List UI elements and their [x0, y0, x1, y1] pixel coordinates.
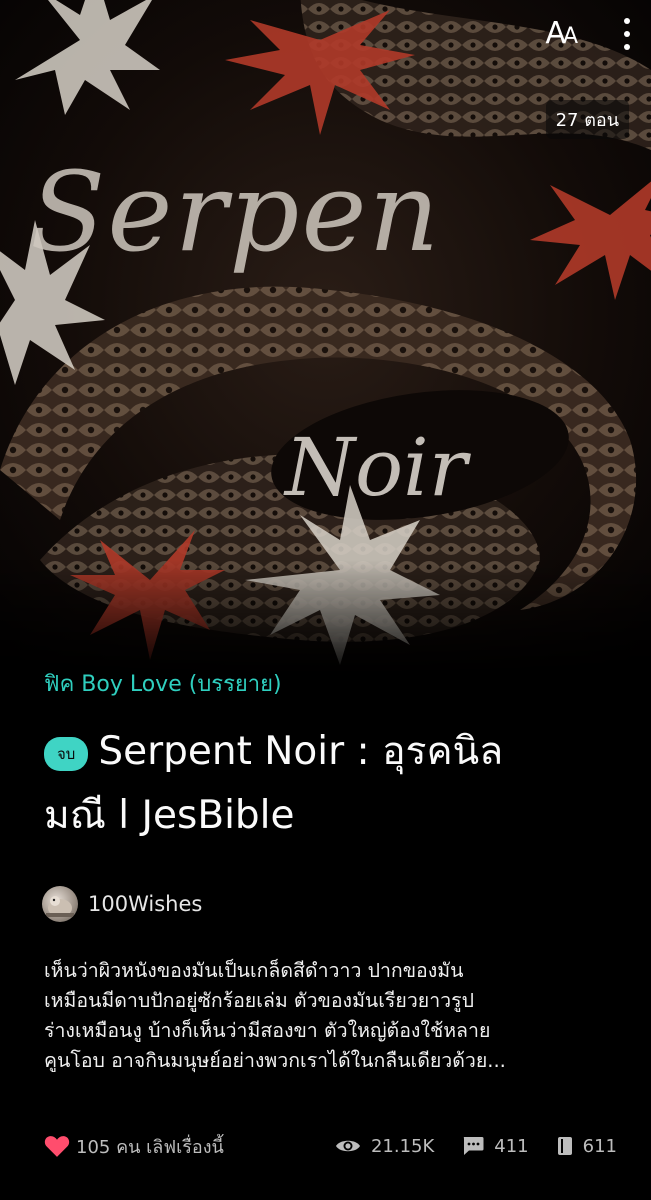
- book-icon: [557, 1137, 572, 1155]
- chapters-count: 611: [582, 1135, 617, 1157]
- cover-image: Serpen Noir AA 27 ตอน: [0, 0, 651, 690]
- font-size-glyph-small: A: [562, 24, 578, 49]
- synopsis-line: คูนโอบ อาจกินมนุษย์อย่างพวกเราได้ในกลืนเ…: [44, 1049, 506, 1072]
- font-size-icon[interactable]: AA: [545, 16, 578, 51]
- synopsis-line: เห็นว่าผิวหนังของมันเป็นเกล็ดสีดำวาว ปาก…: [44, 959, 464, 982]
- story-title-line1: Serpent Noir : อุรคนิล: [98, 729, 504, 774]
- font-size-glyph-large: A: [545, 16, 565, 51]
- views-count: 21.15K: [370, 1135, 435, 1157]
- story-title-block: จบ Serpent Noir : อุรคนิล มณี l JesBible: [44, 720, 624, 848]
- episode-count-badge: 27 ตอน: [545, 100, 629, 139]
- author-name: 100Wishes: [88, 892, 203, 916]
- stats-bar: 105 คน เลิฟเรื่องนี้ 21.15K 411 611: [44, 1130, 617, 1162]
- chapters-stat: 611: [557, 1136, 617, 1157]
- cover-subtitle-art: Noir: [283, 421, 472, 514]
- story-title: Serpent Noir : อุรคนิลมณี l JesBible: [44, 729, 503, 838]
- story-category[interactable]: ฟิค Boy Love (บรรยาย): [44, 666, 282, 701]
- comments-count: 411: [494, 1135, 529, 1157]
- author-link[interactable]: 100Wishes: [42, 886, 202, 922]
- comment-icon: [464, 1137, 484, 1155]
- views-stat: 21.15K: [335, 1136, 434, 1157]
- more-icon[interactable]: [621, 18, 633, 50]
- avatar: [42, 886, 78, 922]
- like-button[interactable]: 105 คน เลิฟเรื่องนี้: [44, 1132, 224, 1161]
- story-synopsis: เห็นว่าผิวหนังของมันเป็นเกล็ดสีดำวาว ปาก…: [44, 956, 624, 1076]
- stats-group: 21.15K 411 611: [335, 1136, 617, 1157]
- synopsis-line: เหมือนมีดาบปักอยู่ซักร้อยเล่ม ตัวของมันเ…: [44, 989, 474, 1012]
- likes-count: 105 คน เลิฟเรื่องนี้: [76, 1136, 224, 1158]
- heart-icon: [44, 1136, 70, 1157]
- status-badge: จบ: [44, 736, 89, 771]
- cover-title-art: Serpen: [30, 148, 441, 276]
- comments-stat[interactable]: 411: [462, 1135, 529, 1157]
- story-title-line2: มณี l JesBible: [44, 793, 295, 838]
- synopsis-line: ร่างเหมือนงู บ้างก็เห็นว่ามีสองขา ตัวใหญ…: [44, 1019, 491, 1042]
- eye-icon: [335, 1140, 360, 1152]
- top-toolbar: AA: [545, 18, 633, 50]
